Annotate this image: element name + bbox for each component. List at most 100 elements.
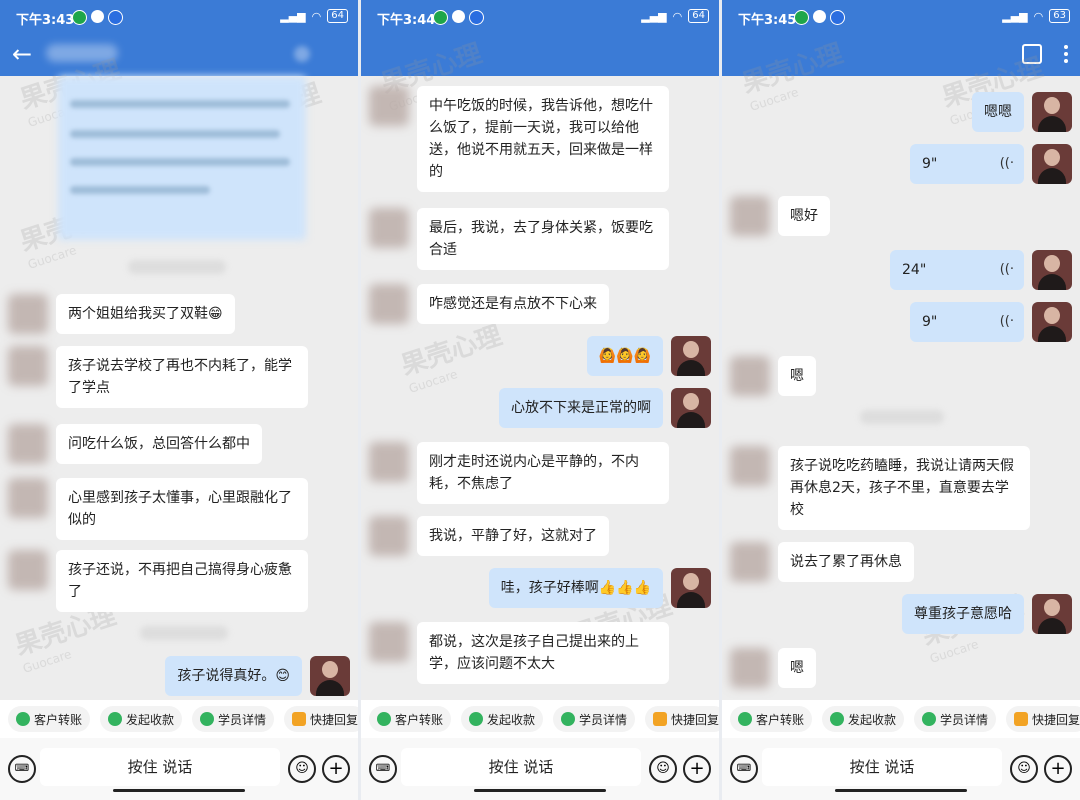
hold-to-talk-button[interactable]: 按住 说话 bbox=[762, 748, 1002, 786]
keyboard-icon[interactable]: ⌨ bbox=[8, 755, 36, 783]
message-bubble[interactable]: 都说，这次是孩子自己提出来的上学，应该问题不太大 bbox=[417, 622, 669, 684]
message-bubble[interactable]: 我说，平静了好，这就对了 bbox=[417, 516, 609, 556]
message-bubble[interactable]: 嗯好 bbox=[778, 196, 830, 236]
chat-panel-1: 下午3:43 ▂▄▆ ◠ 64 ← 果壳心理Guocare 果壳心理Guocar… bbox=[0, 0, 358, 800]
chat-panel-2: 下午3:44 ▂▄▆ ◠ 64 果壳心理 Guocare 果壳心理 Guocare … bbox=[361, 0, 719, 800]
message-left: 中午吃饭的时候，我告诉他，想吃什么饭了，提前一天说，我可以给他送，他说不用就五天… bbox=[369, 86, 669, 192]
quick-reply-button[interactable]: 快捷回复 bbox=[1006, 706, 1080, 732]
status-right: ▂▄▆ ◠ 63 bbox=[1002, 9, 1070, 23]
message-bubble[interactable]: 孩子说去学校了再也不内耗了，能学了学点 bbox=[56, 346, 308, 408]
signal-icon: ▂▄▆ bbox=[641, 9, 667, 23]
status-bar: 下午3:43 ▂▄▆ ◠ 64 bbox=[0, 0, 358, 36]
hold-to-talk-button[interactable]: 按住 说话 bbox=[401, 748, 641, 786]
avatar-app-icon bbox=[813, 10, 826, 23]
contact-avatar bbox=[730, 196, 770, 236]
message-left: 问吃什么饭，总回答什么都中 bbox=[8, 424, 262, 464]
message-left: 孩子还说，不再把自己搞得身心疲惫了 bbox=[8, 550, 308, 612]
message-bubble[interactable]: 心放不下来是正常的啊 bbox=[499, 388, 663, 428]
voice-wave-icon: ((· bbox=[999, 156, 1014, 171]
keyboard-icon[interactable]: ⌨ bbox=[730, 755, 758, 783]
wifi-icon: ◠ bbox=[1033, 9, 1044, 23]
avatar-app-icon bbox=[91, 10, 104, 23]
status-right: ▂▄▆ ◠ 64 bbox=[280, 9, 348, 23]
voice-bubble[interactable]: 9" ((· bbox=[910, 302, 1024, 342]
user-avatar bbox=[671, 388, 711, 428]
customer-transfer-button[interactable]: 客户转账 bbox=[8, 706, 91, 732]
message-left: 两个姐姐给我买了双鞋😁 bbox=[8, 294, 235, 334]
user-avatar bbox=[1032, 92, 1072, 132]
payment-request-button[interactable]: 发起收款 bbox=[100, 706, 183, 732]
voice-message-right: 9" ((· bbox=[910, 144, 1072, 184]
person-icon bbox=[561, 712, 576, 726]
payment-request-button[interactable]: 发起收款 bbox=[822, 706, 905, 732]
contact-avatar bbox=[8, 346, 48, 386]
message-bubble[interactable]: 孩子说得真好。😊 bbox=[165, 656, 302, 696]
transfer-icon bbox=[377, 712, 391, 726]
quick-reply-button[interactable]: 快捷回复 bbox=[284, 706, 358, 732]
phone-app-icon bbox=[72, 10, 87, 25]
message-bubble[interactable]: 嗯 bbox=[778, 356, 816, 396]
battery-icon: 64 bbox=[327, 9, 348, 23]
voice-bubble[interactable]: 9" ((· bbox=[910, 144, 1024, 184]
message-bubble[interactable]: 🙆🙆🙆 bbox=[586, 336, 663, 376]
blur-line bbox=[70, 100, 290, 108]
emoji-icon[interactable]: ☺ bbox=[649, 755, 677, 783]
message-bubble[interactable]: 哇，孩子好棒啊👍👍👍 bbox=[488, 568, 663, 608]
back-arrow-icon[interactable]: ← bbox=[12, 40, 32, 68]
contact-avatar bbox=[369, 516, 409, 556]
message-bubble[interactable]: 说去了累了再休息 bbox=[778, 542, 914, 582]
message-left: 都说，这次是孩子自己提出来的上学，应该问题不太大 bbox=[369, 622, 669, 684]
contact-avatar bbox=[8, 478, 48, 518]
voice-message-right: 9" ((· bbox=[910, 302, 1072, 342]
message-bubble[interactable]: 孩子说吃吃药瞌睡，我说让请两天假再休息2天，孩子不里，直意要去学校 bbox=[778, 446, 1030, 530]
contact-avatar bbox=[730, 356, 770, 396]
blur-line bbox=[70, 158, 290, 166]
battery-icon: 64 bbox=[688, 9, 709, 23]
message-left: 嗯 bbox=[730, 648, 816, 688]
plus-icon[interactable]: + bbox=[683, 755, 711, 783]
student-details-button[interactable]: 学员详情 bbox=[553, 706, 636, 732]
message-bubble[interactable]: 中午吃饭的时候，我告诉他，想吃什么饭了，提前一天说，我可以给他送，他说不用就五天… bbox=[417, 86, 669, 192]
contact-avatar bbox=[730, 542, 770, 582]
hold-to-talk-button[interactable]: 按住 说话 bbox=[40, 748, 280, 786]
message-bubble[interactable]: 问吃什么饭，总回答什么都中 bbox=[56, 424, 262, 464]
message-bubble[interactable]: 两个姐姐给我买了双鞋😁 bbox=[56, 294, 235, 334]
payment-request-button[interactable]: 发起收款 bbox=[461, 706, 544, 732]
user-avatar bbox=[1032, 144, 1072, 184]
more-options-icon[interactable] bbox=[1064, 42, 1068, 70]
plus-icon[interactable]: + bbox=[322, 755, 350, 783]
blurred-time-label bbox=[128, 260, 226, 274]
yen-icon bbox=[469, 712, 484, 726]
message-bubble[interactable]: 嗯嗯 bbox=[972, 92, 1024, 132]
video-call-icon[interactable] bbox=[1022, 44, 1042, 64]
message-bubble[interactable]: 刚才走时还说内心是平静的，不内耗，不焦虑了 bbox=[417, 442, 669, 504]
student-details-button[interactable]: 学员详情 bbox=[192, 706, 275, 732]
message-bubble[interactable]: 尊重孩子意愿哈 bbox=[902, 594, 1024, 634]
message-bubble[interactable]: 孩子还说，不再把自己搞得身心疲惫了 bbox=[56, 550, 308, 612]
contact-avatar bbox=[369, 622, 409, 662]
customer-transfer-button[interactable]: 客户转账 bbox=[730, 706, 813, 732]
keyboard-icon[interactable]: ⌨ bbox=[369, 755, 397, 783]
quick-reply-button[interactable]: 快捷回复 bbox=[645, 706, 719, 732]
student-details-button[interactable]: 学员详情 bbox=[914, 706, 997, 732]
status-app-icons bbox=[72, 10, 123, 25]
emoji-icon[interactable]: ☺ bbox=[1010, 755, 1038, 783]
location-icon bbox=[469, 10, 484, 25]
message-bubble[interactable]: 心里感到孩子太懂事，心里跟融化了似的 bbox=[56, 478, 308, 540]
wifi-icon: ◠ bbox=[311, 9, 322, 23]
emoji-icon[interactable]: ☺ bbox=[288, 755, 316, 783]
plus-icon[interactable]: + bbox=[1044, 755, 1072, 783]
battery-icon: 63 bbox=[1049, 9, 1070, 23]
message-bubble[interactable]: 咋感觉还是有点放不下心来 bbox=[417, 284, 609, 324]
message-left: 孩子说吃吃药瞌睡，我说让请两天假再休息2天，孩子不里，直意要去学校 bbox=[730, 446, 1030, 530]
voice-bubble[interactable]: 24" ((· bbox=[890, 250, 1024, 290]
message-bubble[interactable]: 嗯 bbox=[778, 648, 816, 688]
status-bar: 下午3:44 ▂▄▆ ◠ 64 bbox=[361, 0, 719, 36]
blurred-time-label bbox=[140, 626, 228, 640]
message-bubble[interactable]: 最后，我说，去了身体关紧，饭要吃合适 bbox=[417, 208, 669, 270]
phone-app-icon bbox=[794, 10, 809, 25]
status-app-icons bbox=[794, 10, 845, 25]
person-icon bbox=[922, 712, 937, 726]
customer-transfer-button[interactable]: 客户转账 bbox=[369, 706, 452, 732]
screenshot-collage: 下午3:43 ▂▄▆ ◠ 64 ← 果壳心理Guocare 果壳心理Guocar… bbox=[0, 0, 1080, 800]
